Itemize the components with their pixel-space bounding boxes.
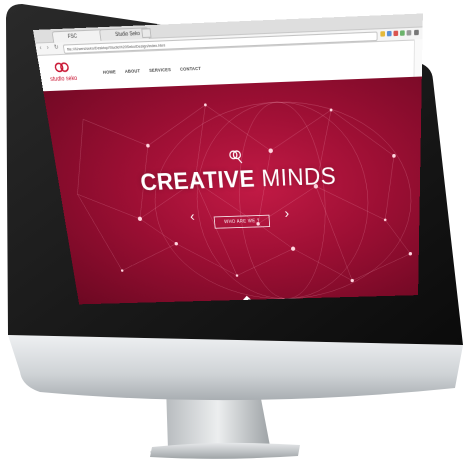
logo-text: studio seko [50,76,78,83]
who-are-we-button[interactable]: WHO ARE WE ? [214,215,270,229]
photo: FSC Syndication Studio Seko ‹ › ↻ file:/… [0,0,471,461]
headline-line-1: CREATIVE [139,164,256,195]
scrollbar[interactable] [414,39,423,77]
extension-icon[interactable] [387,31,392,36]
extension-icon[interactable] [380,31,385,36]
monitor-chin [8,335,463,400]
menu-item-contact[interactable]: CONTACT [180,66,201,72]
main-menu: HOME ABOUT SERVICES CONTACT [103,66,201,75]
monitor-screen: FSC Syndication Studio Seko ‹ › ↻ file:/… [33,13,423,304]
back-icon[interactable]: ‹ [39,45,42,52]
scroll-up-icon[interactable] [243,296,251,300]
menu-icon[interactable] [414,30,419,36]
chevron-right-icon[interactable]: › [284,207,289,221]
hero-section: CREATIVE MINDS ‹ WHO ARE WE ? › [43,77,422,305]
extension-icon[interactable] [407,30,412,36]
reload-icon[interactable]: ↻ [54,45,60,52]
stand-base [150,443,300,459]
extension-icon[interactable] [393,31,398,37]
menu-item-home[interactable]: HOME [103,69,117,75]
tab-title: Studio Seko [115,31,140,38]
browser-window: FSC Syndication Studio Seko ‹ › ↻ file:/… [33,13,423,304]
menu-item-about[interactable]: ABOUT [125,68,141,74]
headline-line-2: MINDS [261,162,337,192]
forward-icon[interactable]: › [46,45,49,52]
menu-item-services[interactable]: SERVICES [149,67,171,73]
logo[interactable]: studio seko [45,59,79,86]
magnifier-icon [227,148,244,165]
new-tab-button[interactable] [141,28,151,38]
extension-icon[interactable] [400,30,405,36]
